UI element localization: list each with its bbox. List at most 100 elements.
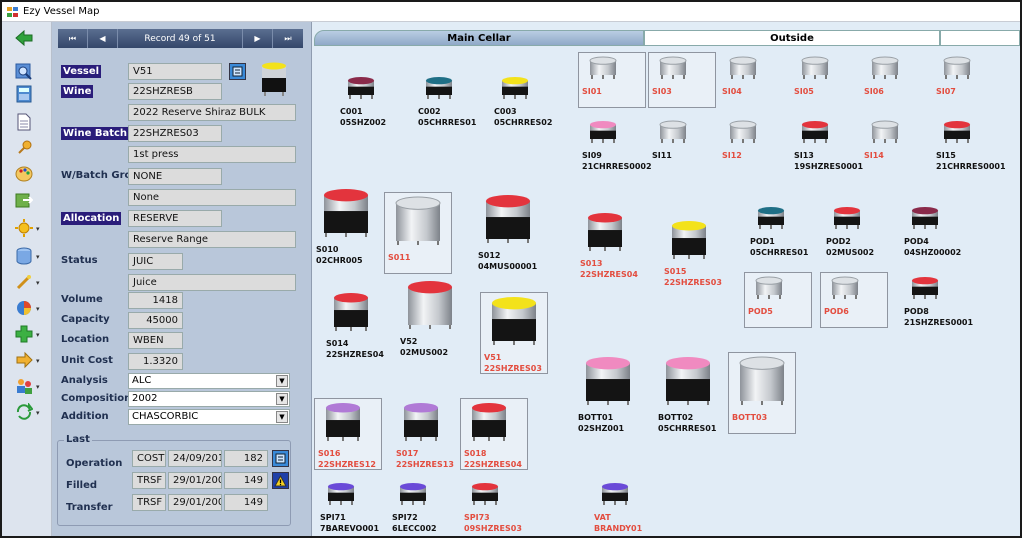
wand-icon[interactable]: ▾ (14, 272, 40, 292)
chevron-down-icon: ▾ (36, 409, 40, 417)
pin-icon[interactable] (14, 138, 34, 158)
vessel-label: SPI72 6LECC002 (392, 512, 437, 534)
database-icon[interactable]: ▾ (14, 246, 40, 266)
unit-cost-field[interactable]: 1.3320 (128, 353, 183, 370)
vessel-id: S012 (478, 251, 501, 260)
tank-icon (492, 297, 536, 345)
export-icon[interactable] (14, 190, 34, 210)
tab-outside[interactable]: Outside (644, 30, 940, 46)
vessel-id: S014 (326, 339, 349, 348)
back-arrow-icon[interactable] (14, 28, 34, 48)
vessel-label: VAT BRANDY01 (594, 512, 642, 534)
vessel-id: V51 (484, 353, 502, 362)
last-operation-type: COST (132, 450, 166, 467)
vessel-id: SI04 (722, 87, 742, 96)
wine-code-field[interactable]: 22SHZRESB (128, 83, 222, 100)
title-bar: Ezy Vessel Map (2, 2, 1020, 22)
capacity-field[interactable]: 45000 (128, 312, 183, 329)
allocation-label[interactable]: Allocation (61, 212, 122, 225)
volume-field[interactable]: 1418 (128, 292, 183, 309)
dropdown-arrow-icon[interactable]: ▼ (276, 411, 288, 423)
vessel-label: V51 22SHZRES03 (484, 352, 542, 374)
vessel-label: S016 22SHZRES12 (318, 448, 376, 470)
vessel-label[interactable]: Vessel (61, 65, 102, 78)
empty-tank-icon (729, 56, 757, 79)
vessel-wine-code: 22SHZRES04 (580, 270, 638, 279)
vessel-wine-code: 21CHRRES0001 (936, 162, 1006, 171)
tank-icon (912, 277, 938, 299)
vessel-label: S015 22SHZRES03 (664, 266, 722, 288)
users-icon[interactable]: ▾ (14, 376, 40, 396)
dropdown-arrow-icon[interactable]: ▼ (276, 393, 288, 405)
vessel-label: BOTT03 (732, 412, 767, 423)
pie-chart-icon[interactable]: ▾ (14, 298, 40, 318)
tab-extra[interactable] (940, 30, 1020, 46)
wine-label[interactable]: Wine (61, 85, 94, 98)
last-transfer-num: 149 (224, 494, 268, 511)
empty-tank-icon (659, 120, 687, 143)
operation-details-icon[interactable] (272, 450, 289, 467)
tank-icon (666, 357, 710, 405)
vessel-label: SI12 (722, 150, 742, 161)
sun-settings-icon[interactable]: ▾ (14, 218, 40, 238)
vessel-wine-code: 02SHZ001 (578, 424, 625, 433)
last-group-title: Last (64, 434, 92, 445)
vessel-label: S011 (388, 252, 410, 263)
tab-main-cellar[interactable]: Main Cellar (314, 30, 644, 46)
status-field[interactable]: JUIC (128, 253, 183, 270)
vessel-id: S018 (464, 449, 487, 458)
addition-select[interactable]: CHASCORBIC ▼ (128, 409, 290, 425)
vessel-id: POD1 (750, 237, 775, 246)
vessel-wine-code: BRANDY01 (594, 524, 643, 533)
status-desc-field: Juice (128, 274, 296, 291)
location-field[interactable]: WBEN (128, 332, 183, 349)
wine-batch-label[interactable]: Wine Batch (61, 127, 130, 140)
palette-icon[interactable] (14, 164, 34, 184)
move-icon[interactable]: ▾ (14, 350, 40, 370)
vessel-label: S018 22SHZRES04 (464, 448, 522, 470)
first-record-button[interactable]: ⏮ (58, 29, 88, 48)
composition-select[interactable]: 2002 ▼ (128, 391, 290, 407)
vessel-id: SI01 (582, 87, 602, 96)
tank-icon (326, 403, 360, 441)
vessel-wine-code: 04MUS00001 (478, 262, 538, 271)
vessel-id: SI03 (652, 87, 672, 96)
empty-tank-icon (755, 276, 783, 299)
tank-icon (404, 403, 438, 441)
empty-tank-icon (659, 56, 687, 79)
allocation-field[interactable]: RESERVE (128, 210, 222, 227)
wine-batch-field[interactable]: 22SHZRES03 (128, 125, 222, 142)
tank-icon (502, 77, 528, 99)
vessel-field[interactable]: V51 (128, 63, 222, 80)
last-transfer-label: Transfer (66, 502, 113, 513)
wine-name-field: 2022 Reserve Shiraz BULK (128, 104, 296, 121)
vessel-wine-code: 22SHZRES12 (318, 460, 376, 469)
vessel-id: SI12 (722, 151, 742, 160)
document-icon[interactable] (14, 112, 34, 132)
search-icon[interactable] (14, 62, 34, 82)
vessel-lookup-icon[interactable] (229, 63, 246, 80)
vessel-id: SI13 (794, 151, 814, 160)
add-icon[interactable]: ▾ (14, 324, 40, 344)
refresh-icon[interactable]: ▾ (14, 402, 40, 422)
app-window: Ezy Vessel Map ▾ ▾ ▾ ▾ ▾ ▾ ▾ ▾ ⏮ ◀ Recor… (0, 0, 1022, 538)
last-operation-date: 24/09/2010 (168, 450, 222, 467)
warning-icon[interactable] (272, 472, 289, 489)
vessel-id: C001 (340, 107, 363, 116)
vessel-label: SPI71 7BAREVO001 (320, 512, 379, 534)
app-icon (7, 7, 18, 17)
dropdown-arrow-icon[interactable]: ▼ (276, 375, 288, 387)
cellar-tabs: Main Cellar Outside (312, 30, 1020, 46)
prev-record-button[interactable]: ◀ (88, 29, 118, 48)
vessel-label: SI07 (936, 86, 956, 97)
vessel-label: S014 22SHZRES04 (326, 338, 384, 360)
analysis-select[interactable]: ALC ▼ (128, 373, 290, 389)
calculator-icon[interactable] (14, 84, 34, 104)
wbatch-group-field[interactable]: NONE (128, 168, 222, 185)
vessel-wine-code: 22SHZRES04 (464, 460, 522, 469)
last-record-button[interactable]: ⏭ (273, 29, 303, 48)
vessel-label: POD8 21SHZRES0001 (904, 306, 973, 328)
next-record-button[interactable]: ▶ (243, 29, 273, 48)
empty-tank-icon (589, 56, 617, 79)
vessel-label: C003 05CHRRES02 (494, 106, 552, 128)
